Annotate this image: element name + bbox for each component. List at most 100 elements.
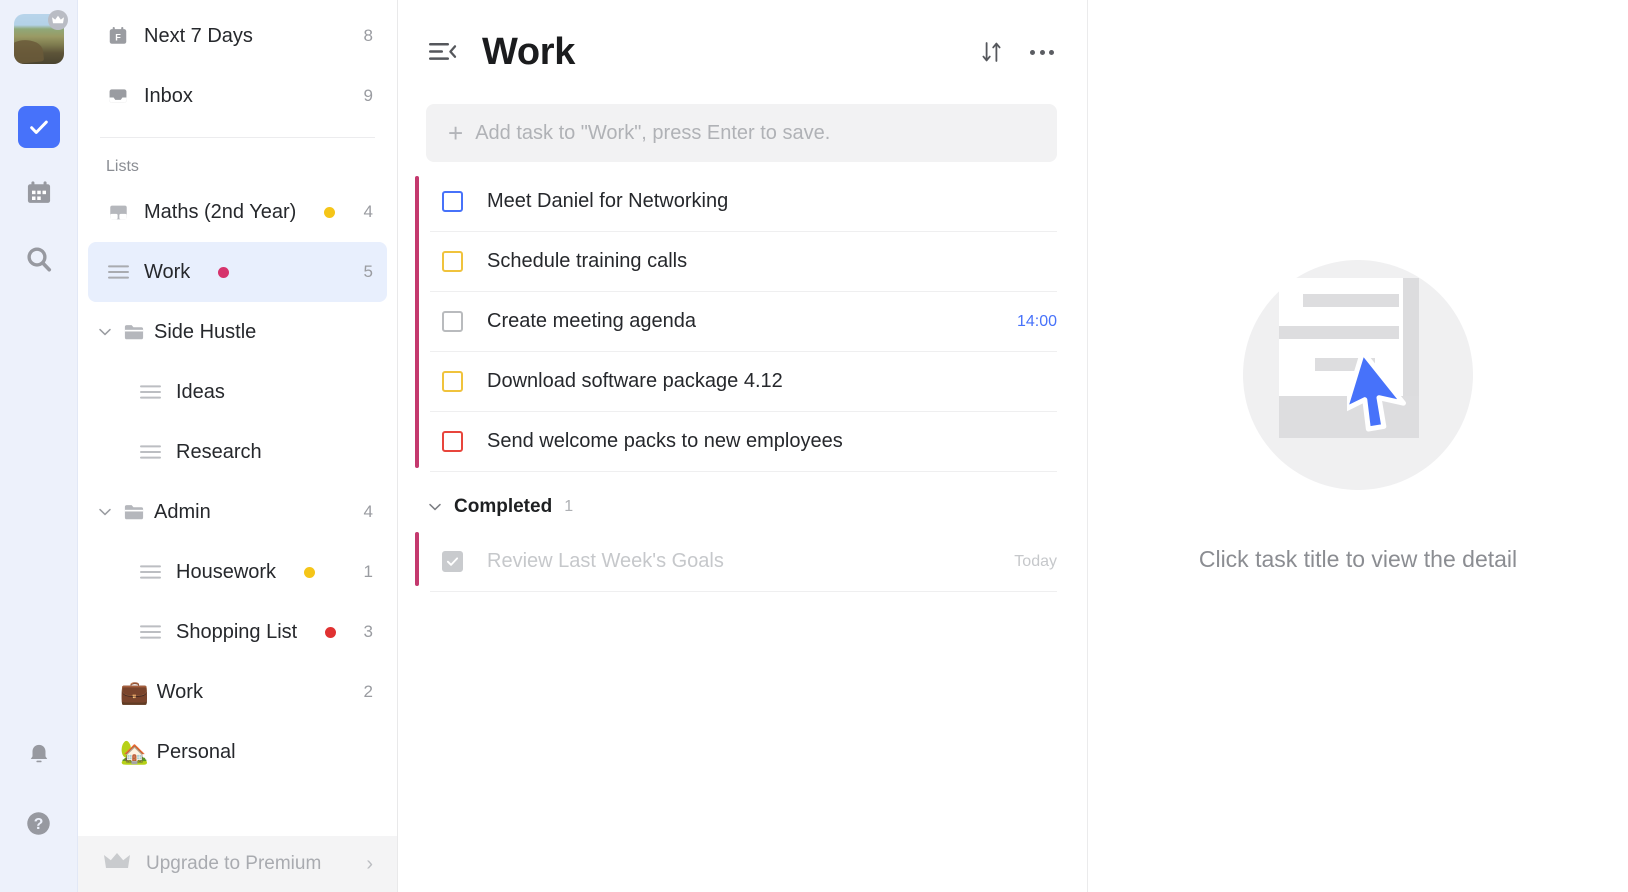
sidebar-item-ideas[interactable]: Ideas — [88, 362, 387, 422]
add-task-placeholder: Add task to "Work", press Enter to save. — [475, 121, 831, 144]
rail-item-notifications[interactable] — [18, 734, 60, 776]
sidebar-item-work-emoji[interactable]: 💼 Work 2 — [88, 662, 387, 722]
list-accent-bar — [415, 176, 419, 468]
sidebar-item-label: Inbox — [144, 84, 193, 107]
sidebar-folder-label: Side Hustle — [154, 320, 257, 343]
table-row[interactable]: Download software package 4.12 — [430, 352, 1057, 412]
task-group-completed: Review Last Week's Goals Today — [398, 532, 1087, 592]
app-window: ? F Next 7 Days 8 Inbox 9 Lists Maths (2… — [0, 0, 1628, 892]
collapse-sidebar-icon[interactable] — [426, 35, 460, 69]
briefcase-icon: 💼 — [120, 678, 149, 705]
chevron-down-icon[interactable] — [428, 503, 442, 511]
empty-state-message: Click task title to view the detail — [1198, 545, 1518, 572]
sidebar-item-label: Work — [156, 680, 203, 703]
completed-task-rows: Review Last Week's Goals Today — [430, 532, 1087, 592]
sidebar-item-count: 8 — [363, 26, 373, 45]
priority-dot — [324, 206, 336, 218]
task-title[interactable]: Meet Daniel for Networking — [487, 190, 728, 213]
chevron-down-icon[interactable] — [98, 328, 112, 336]
svg-text:?: ? — [34, 816, 44, 833]
sidebar-item-count: 2 — [363, 682, 373, 701]
upgrade-to-premium-button[interactable]: Upgrade to Premium › — [78, 836, 397, 892]
crown-icon — [104, 852, 130, 877]
task-title[interactable]: Download software package 4.12 — [487, 370, 783, 393]
sidebar-item-personal[interactable]: 🏡 Personal — [88, 722, 387, 782]
list-icon — [138, 620, 162, 644]
sidebar-item-next-7-days[interactable]: F Next 7 Days 8 — [88, 6, 387, 66]
cursor-icon — [1342, 348, 1419, 443]
rail-bottom-group: ? — [0, 734, 77, 844]
task-checkbox[interactable] — [442, 431, 463, 452]
document-line — [1279, 325, 1399, 339]
table-row[interactable]: Create meeting agenda 14:00 — [430, 292, 1057, 352]
task-date: Today — [1014, 552, 1057, 570]
task-title[interactable]: Send welcome packs to new employees — [487, 430, 843, 453]
sidebar-folder-admin[interactable]: Admin 4 — [88, 482, 387, 542]
sort-icon[interactable] — [977, 37, 1007, 67]
priority-dot — [304, 566, 316, 578]
sidebar-item-research[interactable]: Research — [88, 422, 387, 482]
task-checkbox-checked[interactable] — [442, 551, 463, 572]
sidebar-item-maths[interactable]: Maths (2nd Year) 4 — [88, 182, 387, 242]
sidebar-item-label: Shopping List — [176, 620, 298, 643]
sidebar-item-inbox[interactable]: Inbox 9 — [88, 66, 387, 126]
chevron-down-icon[interactable] — [98, 508, 112, 516]
sidebar-folder-label: Admin — [154, 500, 211, 523]
sidebar-item-label: Ideas — [176, 380, 225, 403]
sidebar-divider — [100, 137, 375, 138]
sidebar-item-label: Work — [144, 260, 191, 283]
sidebar-item-work[interactable]: Work 5 — [88, 242, 387, 302]
calendar-icon — [27, 181, 50, 203]
rail-item-help[interactable]: ? — [18, 802, 60, 844]
task-checkbox[interactable] — [442, 191, 463, 212]
table-row[interactable]: Meet Daniel for Networking — [430, 172, 1057, 232]
upgrade-label: Upgrade to Premium — [146, 853, 322, 874]
sidebar-item-count: 9 — [363, 86, 373, 105]
icon-rail: ? — [0, 0, 78, 892]
add-task-input[interactable]: + Add task to "Work", press Enter to sav… — [426, 104, 1057, 162]
sidebar-item-count: 3 — [363, 622, 373, 641]
sidebar-folder-side-hustle[interactable]: Side Hustle — [88, 302, 387, 362]
sidebar-item-count: 1 — [363, 562, 373, 581]
search-icon — [26, 247, 51, 272]
more-options-icon[interactable] — [1027, 37, 1057, 67]
check-icon — [29, 120, 48, 134]
empty-state-illustration — [1243, 259, 1473, 490]
rail-item-tasks[interactable] — [17, 106, 60, 148]
task-checkbox[interactable] — [442, 311, 463, 332]
page-title: Work — [482, 30, 576, 73]
plus-icon: + — [448, 118, 464, 148]
completed-label: Completed — [454, 496, 553, 517]
table-row[interactable]: Review Last Week's Goals Today — [430, 532, 1057, 592]
note-icon — [106, 200, 130, 224]
task-date: 14:00 — [1016, 312, 1057, 330]
task-checkbox[interactable] — [442, 251, 463, 272]
folder-icon — [122, 320, 146, 344]
list-icon — [138, 440, 162, 464]
sidebar-item-shopping-list[interactable]: Shopping List 3 — [88, 602, 387, 662]
sidebar-item-label: Housework — [176, 560, 277, 583]
rail-icon-group — [17, 106, 60, 280]
main-header: Work — [398, 0, 1087, 104]
chevron-right-icon: › — [366, 852, 373, 875]
inbox-icon — [106, 84, 130, 108]
sidebar-section-lists: Lists — [106, 158, 139, 175]
rail-item-calendar[interactable] — [18, 172, 60, 214]
svg-text:F: F — [115, 33, 121, 43]
task-title[interactable]: Review Last Week's Goals — [487, 550, 724, 573]
priority-dot — [325, 626, 337, 638]
task-title[interactable]: Schedule training calls — [487, 250, 687, 273]
sidebar-item-housework[interactable]: Housework 1 — [88, 542, 387, 602]
table-row[interactable]: Send welcome packs to new employees — [430, 412, 1057, 472]
folder-icon — [122, 500, 146, 524]
sidebar-item-label: Next 7 Days — [144, 24, 253, 47]
avatar[interactable] — [13, 10, 68, 64]
completed-section-header[interactable]: Completed 1 — [398, 472, 1087, 532]
premium-crown-icon — [47, 10, 68, 30]
task-title[interactable]: Create meeting agenda — [487, 310, 696, 333]
table-row[interactable]: Schedule training calls — [430, 232, 1057, 292]
task-checkbox[interactable] — [442, 371, 463, 392]
document-line — [1303, 293, 1399, 307]
rail-item-search[interactable] — [18, 238, 60, 280]
house-icon: 🏡 — [120, 738, 149, 765]
